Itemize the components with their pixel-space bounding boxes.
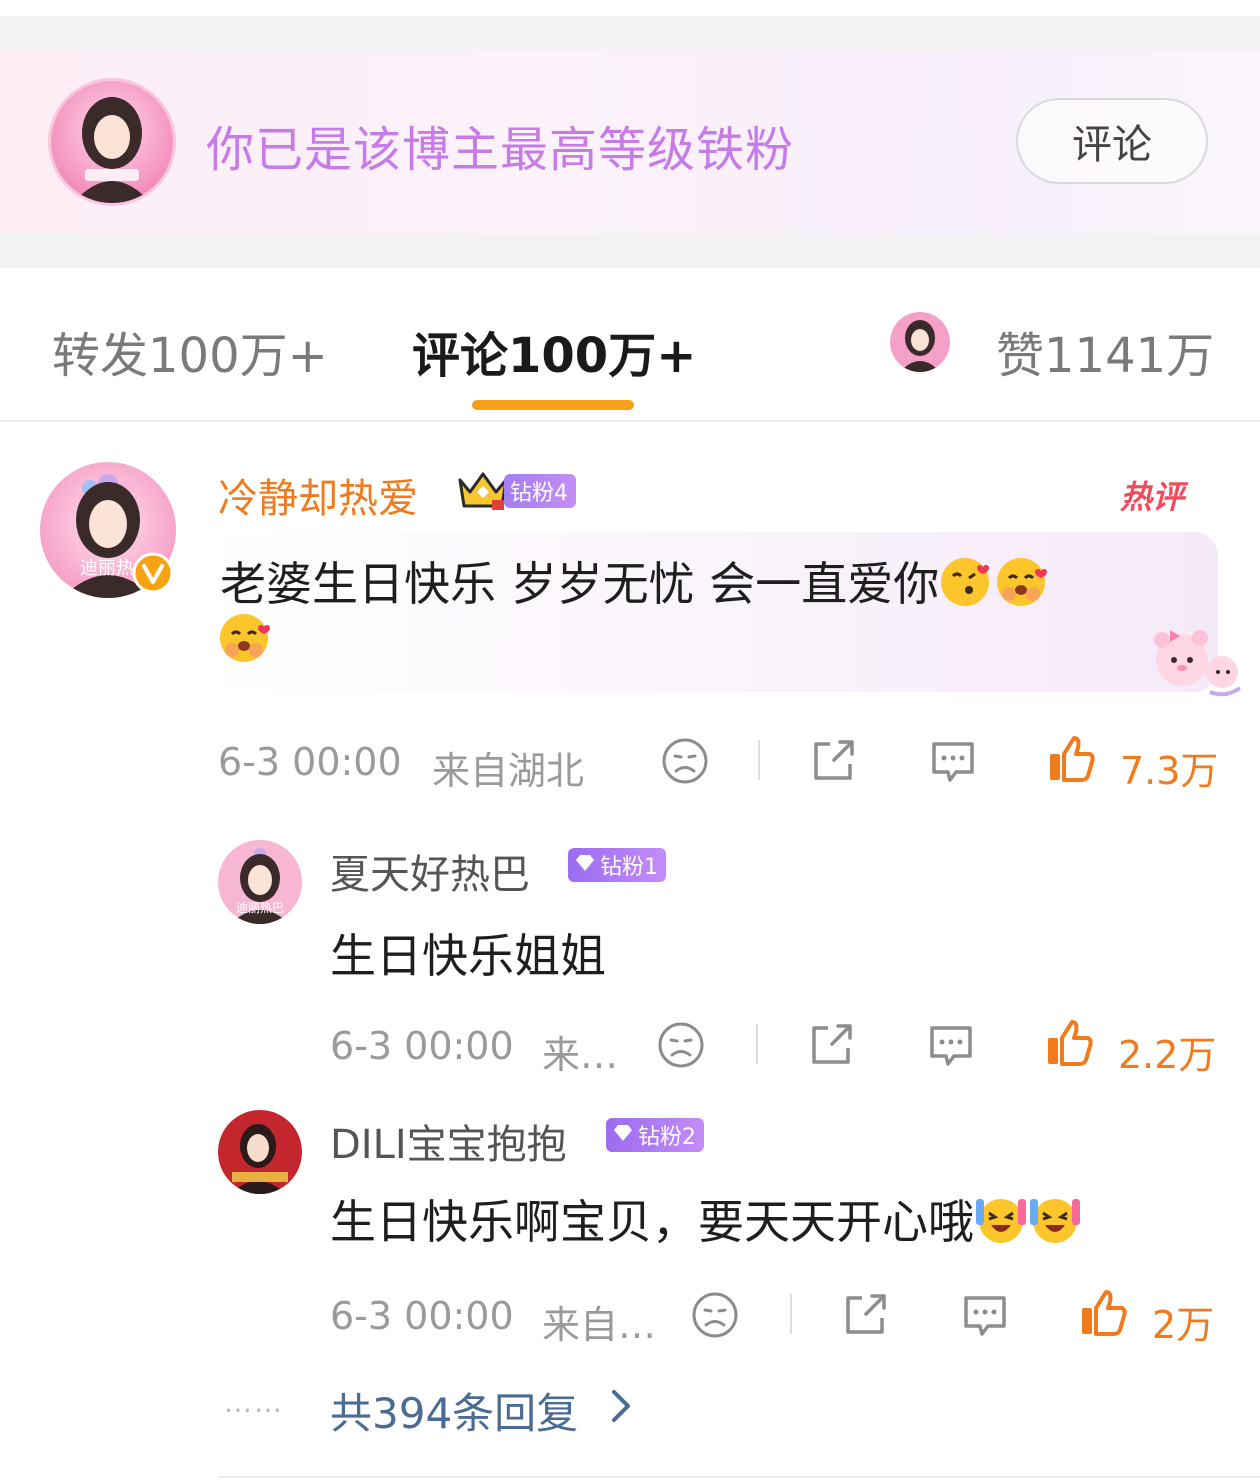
fan-badge-label: 钻粉1 [600,855,658,880]
fan-badge: 钻粉2 [606,1118,704,1152]
reply-text: 生日快乐啊宝贝，要天天开心哦 [330,1186,1082,1256]
hug-emoji-icon [218,612,274,675]
laugh-emoji-icon [1028,1195,1082,1256]
diamond-icon [612,1123,634,1148]
comment-text-content: 老婆生日快乐 岁岁无忧 会一直爱你 [220,557,940,611]
fan-badge: 钻粉4 [504,474,576,508]
reply-time: 6-3 00:00 [330,1294,514,1338]
like-icon[interactable] [1044,1016,1096,1072]
like-icon[interactable] [1078,1286,1130,1342]
reply-location: 来自… [542,1303,657,1347]
section-separator [0,234,1260,268]
reply-location: 来… [542,1033,619,1077]
comment-text-line2 [218,612,274,675]
reply-avatar[interactable]: 迪丽热巴 [218,840,302,924]
fan-level-text: 你已是该博主最高等级铁粉 [206,122,795,178]
reply-avatar[interactable] [218,1110,302,1194]
share-icon[interactable] [840,1290,892,1344]
liker-avatar[interactable] [890,312,950,372]
tab-repost[interactable]: 转发100万+ [52,316,328,386]
blogger-avatar[interactable] [48,78,176,206]
comment-location: 来自湖北 [432,749,585,793]
fan-badge-label: 钻粉2 [638,1125,696,1150]
reply-time: 6-3 00:00 [330,1024,514,1068]
reply-text-content: 生日快乐啊宝贝，要天天开心哦 [330,1195,974,1249]
svg-text:迪丽热巴: 迪丽热巴 [236,901,284,915]
crown-icon [456,468,510,516]
comment-time: 6-3 00:00 [218,740,402,784]
share-icon[interactable] [806,1020,858,1074]
reply-icon[interactable] [958,1290,1012,1344]
like-icon[interactable] [1046,732,1098,788]
comment-text: 老婆生日快乐 岁岁无忧 会一直爱你 [220,548,1051,619]
laugh-emoji-icon [974,1195,1028,1256]
reply-icon[interactable] [926,736,980,790]
chevron-right-icon[interactable] [606,1386,636,1430]
svg-text:迪丽热: 迪丽热 [80,558,134,579]
fan-badge: 钻粉1 [568,848,666,882]
dislike-icon[interactable] [660,736,710,790]
fan-badge-label: 钻粉4 [510,481,568,506]
reply-username[interactable]: 夏天好热巴 [330,842,530,900]
bottom-divider [218,1476,1260,1478]
tab-comment[interactable]: 评论100万+ [412,316,696,386]
action-divider [790,1294,792,1334]
bear-sticker-icon [1140,622,1244,706]
hot-comment-label: 热评 [1120,478,1185,516]
dislike-icon[interactable] [690,1290,740,1344]
reply-icon[interactable] [924,1020,978,1074]
like-count: 7.3万 [1120,749,1219,793]
action-divider [756,1024,758,1064]
hug-emoji-icon [995,556,1051,619]
tab-active-indicator [472,400,634,410]
commenter-name[interactable]: 冷静却热爱 [218,466,418,524]
tabs-divider [0,420,1260,422]
verified-icon [132,552,174,598]
top-separator [0,0,1260,50]
more-dots: …… [224,1386,284,1419]
tab-like[interactable]: 赞1141万 [996,316,1214,386]
dislike-icon[interactable] [656,1020,706,1074]
reply-text: 生日快乐姐姐 [330,929,606,983]
like-count: 2.2万 [1118,1033,1217,1077]
comment-button[interactable]: 评论 [1016,98,1208,184]
diamond-icon [574,853,596,878]
action-divider [758,740,760,780]
like-count: 2万 [1152,1303,1215,1347]
more-replies-link[interactable]: 共394条回复 [330,1380,578,1441]
kiss-emoji-icon [939,556,995,619]
reply-username[interactable]: DILI宝宝抱抱 [330,1112,567,1170]
share-icon[interactable] [808,736,860,790]
